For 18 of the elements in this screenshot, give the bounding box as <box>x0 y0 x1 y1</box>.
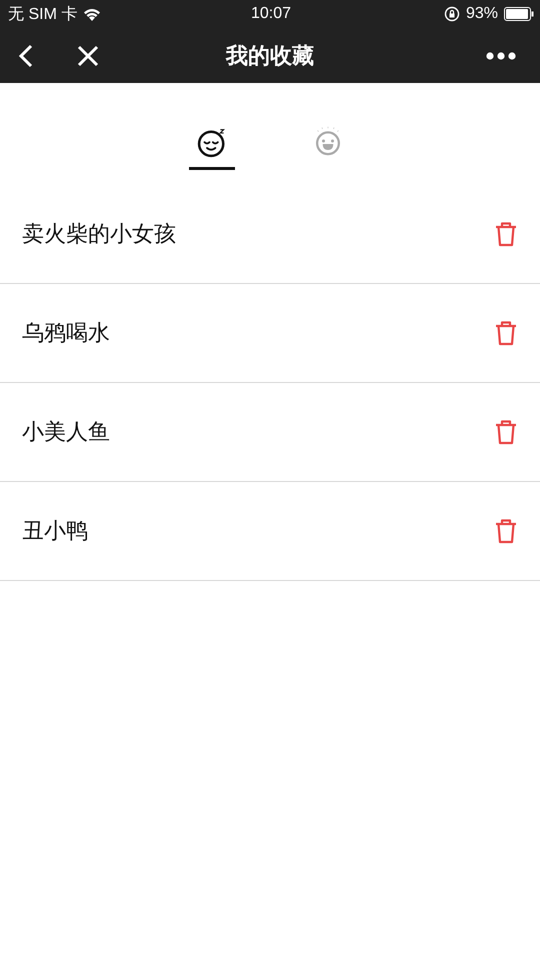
delete-button[interactable] <box>494 419 518 445</box>
battery-icon <box>504 7 534 21</box>
clock-time: 10:07 <box>250 5 292 23</box>
rotation-lock-icon <box>444 6 460 22</box>
battery-percent: 93% <box>466 5 498 23</box>
wifi-icon <box>83 8 102 20</box>
story-title[interactable]: 乌鸦喝水 <box>22 318 110 348</box>
page-title: 我的收藏 <box>226 44 314 68</box>
story-title[interactable]: 小美人鱼 <box>22 417 110 447</box>
more-button[interactable] <box>486 52 516 60</box>
delete-button[interactable] <box>494 320 518 346</box>
close-button[interactable] <box>77 44 99 66</box>
carrier-label: 无 SIM 卡 <box>8 4 78 24</box>
story-title[interactable]: 卖火柴的小女孩 <box>22 219 176 249</box>
delete-button[interactable] <box>494 518 518 544</box>
story-title[interactable]: 丑小鸭 <box>22 516 88 546</box>
back-button[interactable] <box>17 42 35 68</box>
delete-button[interactable] <box>494 221 518 247</box>
